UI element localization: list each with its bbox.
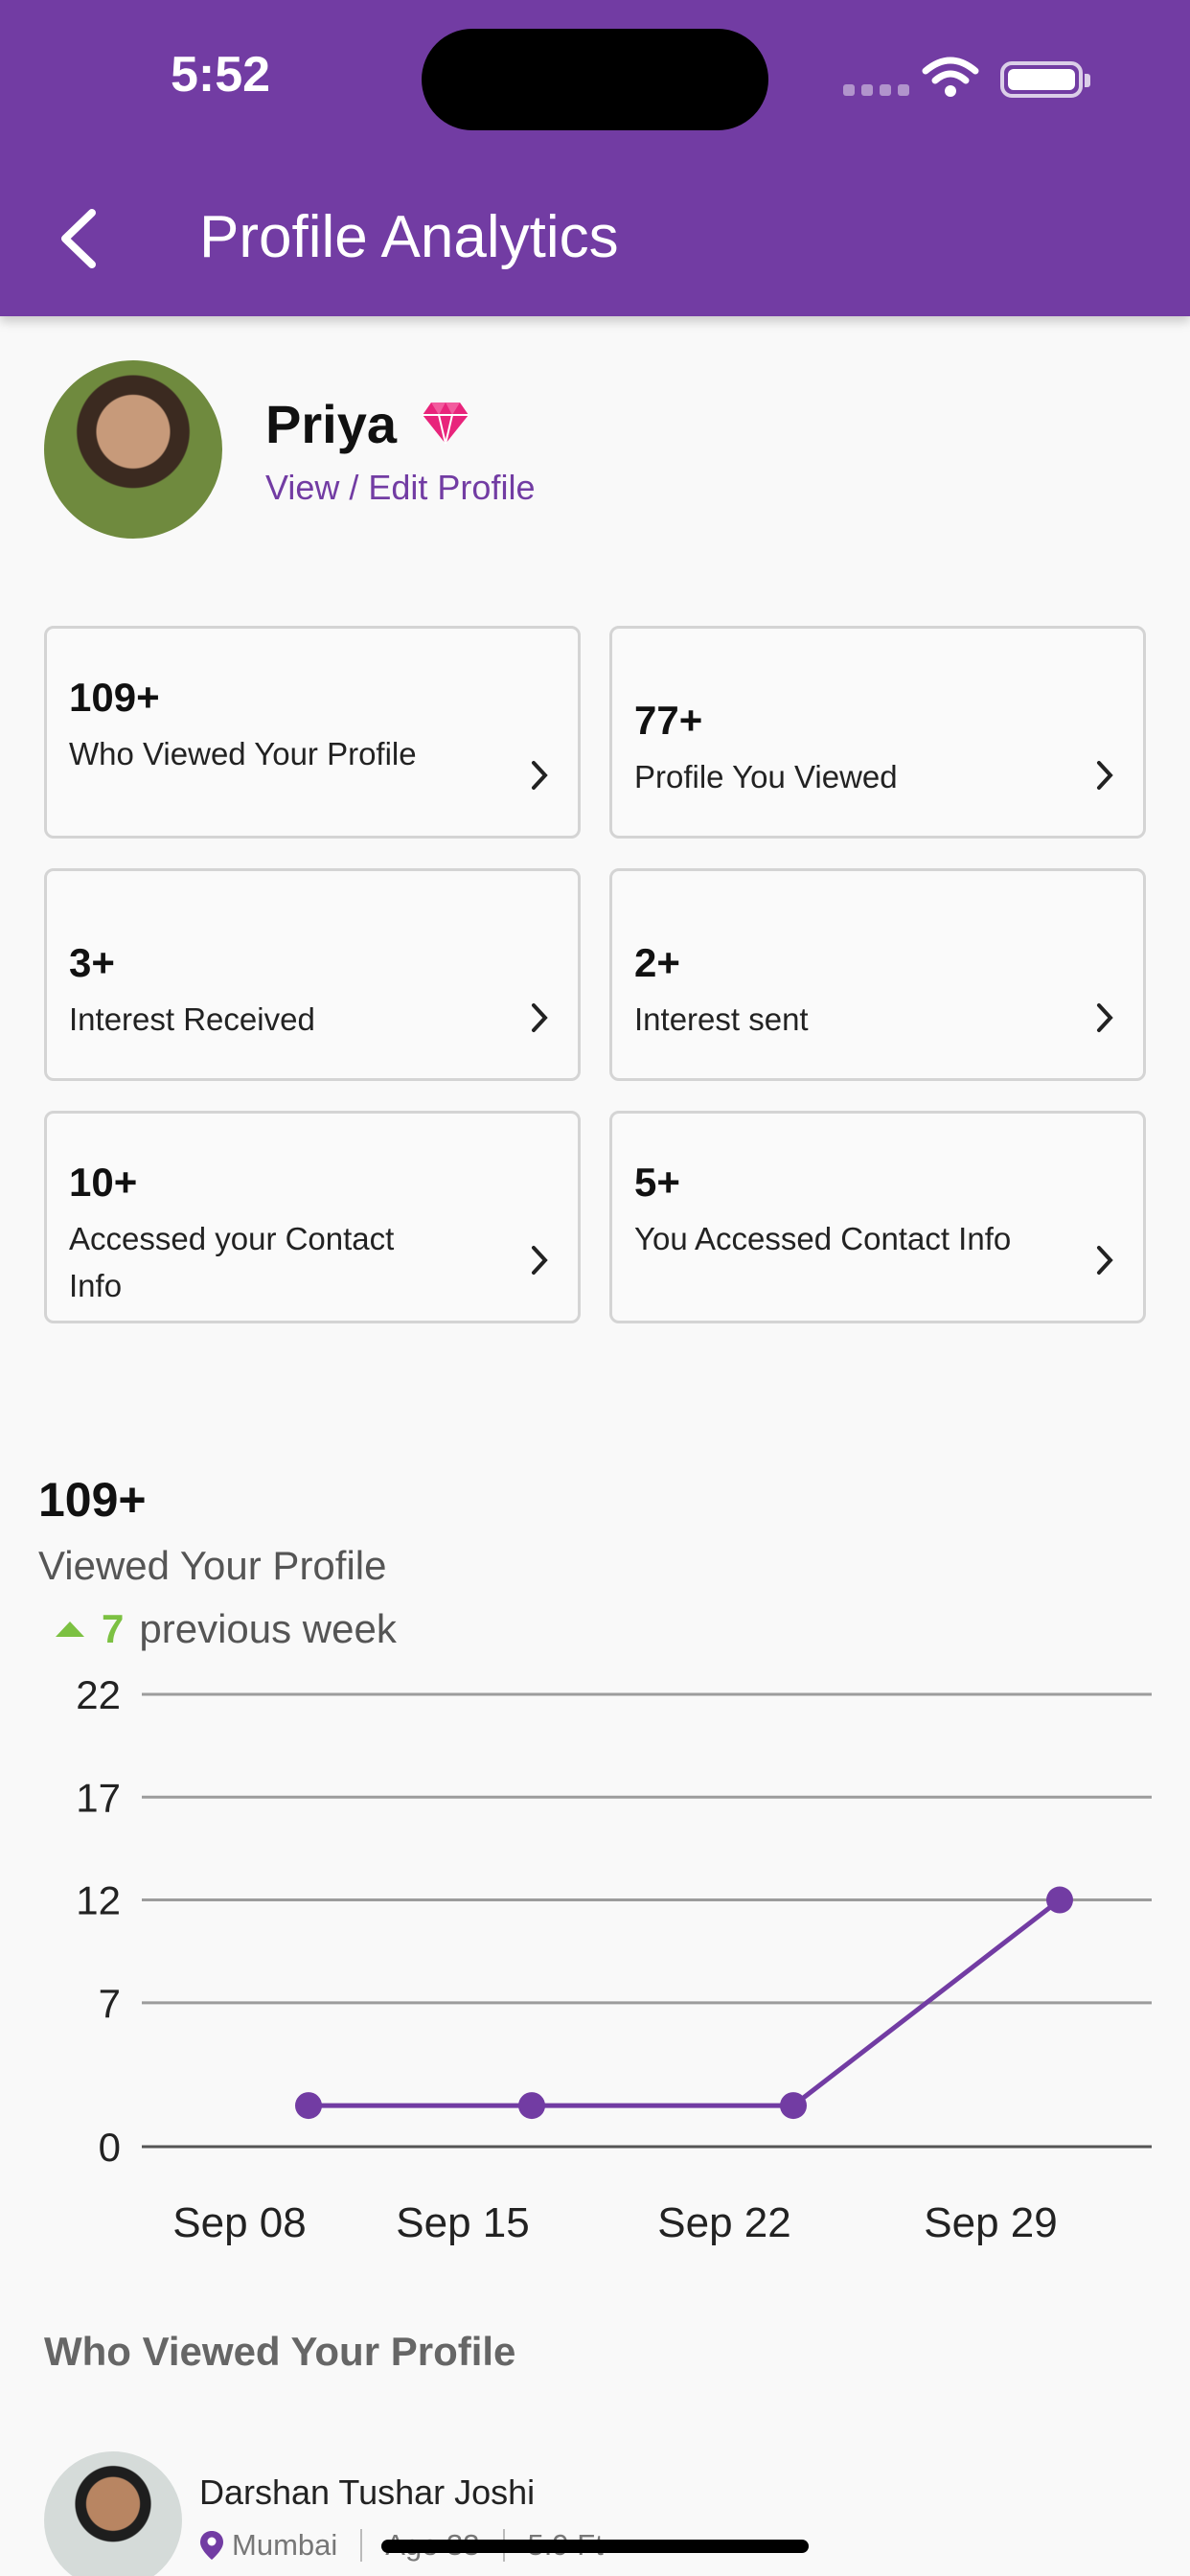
stat-label: Who Viewed Your Profile [69, 736, 417, 771]
y-tick-label: 17 [76, 1775, 121, 1820]
y-tick-label: 12 [76, 1878, 121, 1923]
data-point [295, 2092, 322, 2120]
battery-icon [1000, 61, 1090, 98]
views-total: 109+ [38, 1473, 147, 1527]
status-time: 5:52 [171, 47, 271, 103]
chevron-right-icon [1097, 1246, 1113, 1275]
stat-card-profile-you-viewed[interactable]: 77+ Profile You Viewed [609, 626, 1146, 839]
back-arrow-icon[interactable] [56, 205, 102, 272]
stat-value: 77+ [634, 698, 703, 743]
stat-card-accessed-your-contact[interactable]: 10+ Accessed your Contact Info [44, 1111, 581, 1323]
viewer-avatar[interactable] [44, 2451, 182, 2576]
chevron-right-icon [1097, 1003, 1113, 1032]
stat-value: 5+ [634, 1160, 680, 1205]
home-indicator [381, 2540, 809, 2553]
stat-label: You Accessed Contact Info [634, 1221, 1012, 1256]
views-subtitle: Viewed Your Profile [38, 1543, 387, 1588]
viewer-city: Mumbai [232, 2528, 338, 2562]
trend-up-icon [56, 1622, 84, 1637]
chevron-right-icon [532, 1003, 548, 1032]
x-tick-label: Sep 08 [172, 2199, 306, 2246]
data-point [1046, 1886, 1073, 1914]
profile-avatar[interactable] [44, 360, 222, 539]
x-tick-label: Sep 15 [396, 2199, 529, 2246]
dynamic-island [422, 29, 768, 130]
x-tick-label: Sep 29 [924, 2199, 1057, 2246]
stat-label: Interest Received [69, 1001, 315, 1037]
divider [360, 2529, 363, 2562]
viewers-section-title: Who Viewed Your Profile [44, 2329, 516, 2374]
wifi-icon [922, 57, 979, 97]
data-point [780, 2092, 807, 2120]
stat-value: 2+ [634, 940, 680, 985]
stat-card-interest-received[interactable]: 3+ Interest Received [44, 868, 581, 1081]
data-point [518, 2092, 545, 2120]
premium-diamond-icon [423, 402, 469, 445]
views-line-chart: 0 7 12 17 22 Sep 08 Sep 15 Sep 22 Sep 29 [76, 1672, 1152, 2246]
y-tick-label: 22 [76, 1672, 121, 1717]
chevron-right-icon [1097, 761, 1113, 790]
cellular-signal-icon [843, 84, 909, 96]
profile-name: Priya [265, 394, 397, 454]
stat-label: Accessed your Contact Info [69, 1221, 395, 1303]
stat-value: 10+ [69, 1160, 138, 1205]
page-title: Profile Analytics [199, 204, 619, 270]
stat-label: Interest sent [634, 1001, 809, 1037]
views-trend: 7 previous week [56, 1606, 397, 1652]
app-bar: 5:52 Profile Analytics [0, 0, 1190, 316]
viewer-name[interactable]: Darshan Tushar Joshi [199, 2472, 535, 2513]
y-tick-label: 0 [99, 2125, 121, 2170]
view-edit-profile-link[interactable]: View / Edit Profile [265, 468, 535, 508]
stat-card-who-viewed[interactable]: 109+ Who Viewed Your Profile [44, 626, 581, 839]
trend-value: 7 [102, 1606, 125, 1651]
location-pin-icon [200, 2531, 223, 2560]
chevron-right-icon [532, 761, 548, 790]
stat-value: 109+ [69, 675, 160, 720]
trend-text: previous week [139, 1606, 397, 1651]
stat-value: 3+ [69, 940, 115, 985]
stat-label: Profile You Viewed [634, 759, 898, 794]
stat-card-interest-sent[interactable]: 2+ Interest sent [609, 868, 1146, 1081]
stat-card-you-accessed-contact[interactable]: 5+ You Accessed Contact Info [609, 1111, 1146, 1323]
x-tick-label: Sep 22 [657, 2199, 790, 2246]
y-tick-label: 7 [99, 1981, 121, 2026]
chevron-right-icon [532, 1246, 548, 1275]
